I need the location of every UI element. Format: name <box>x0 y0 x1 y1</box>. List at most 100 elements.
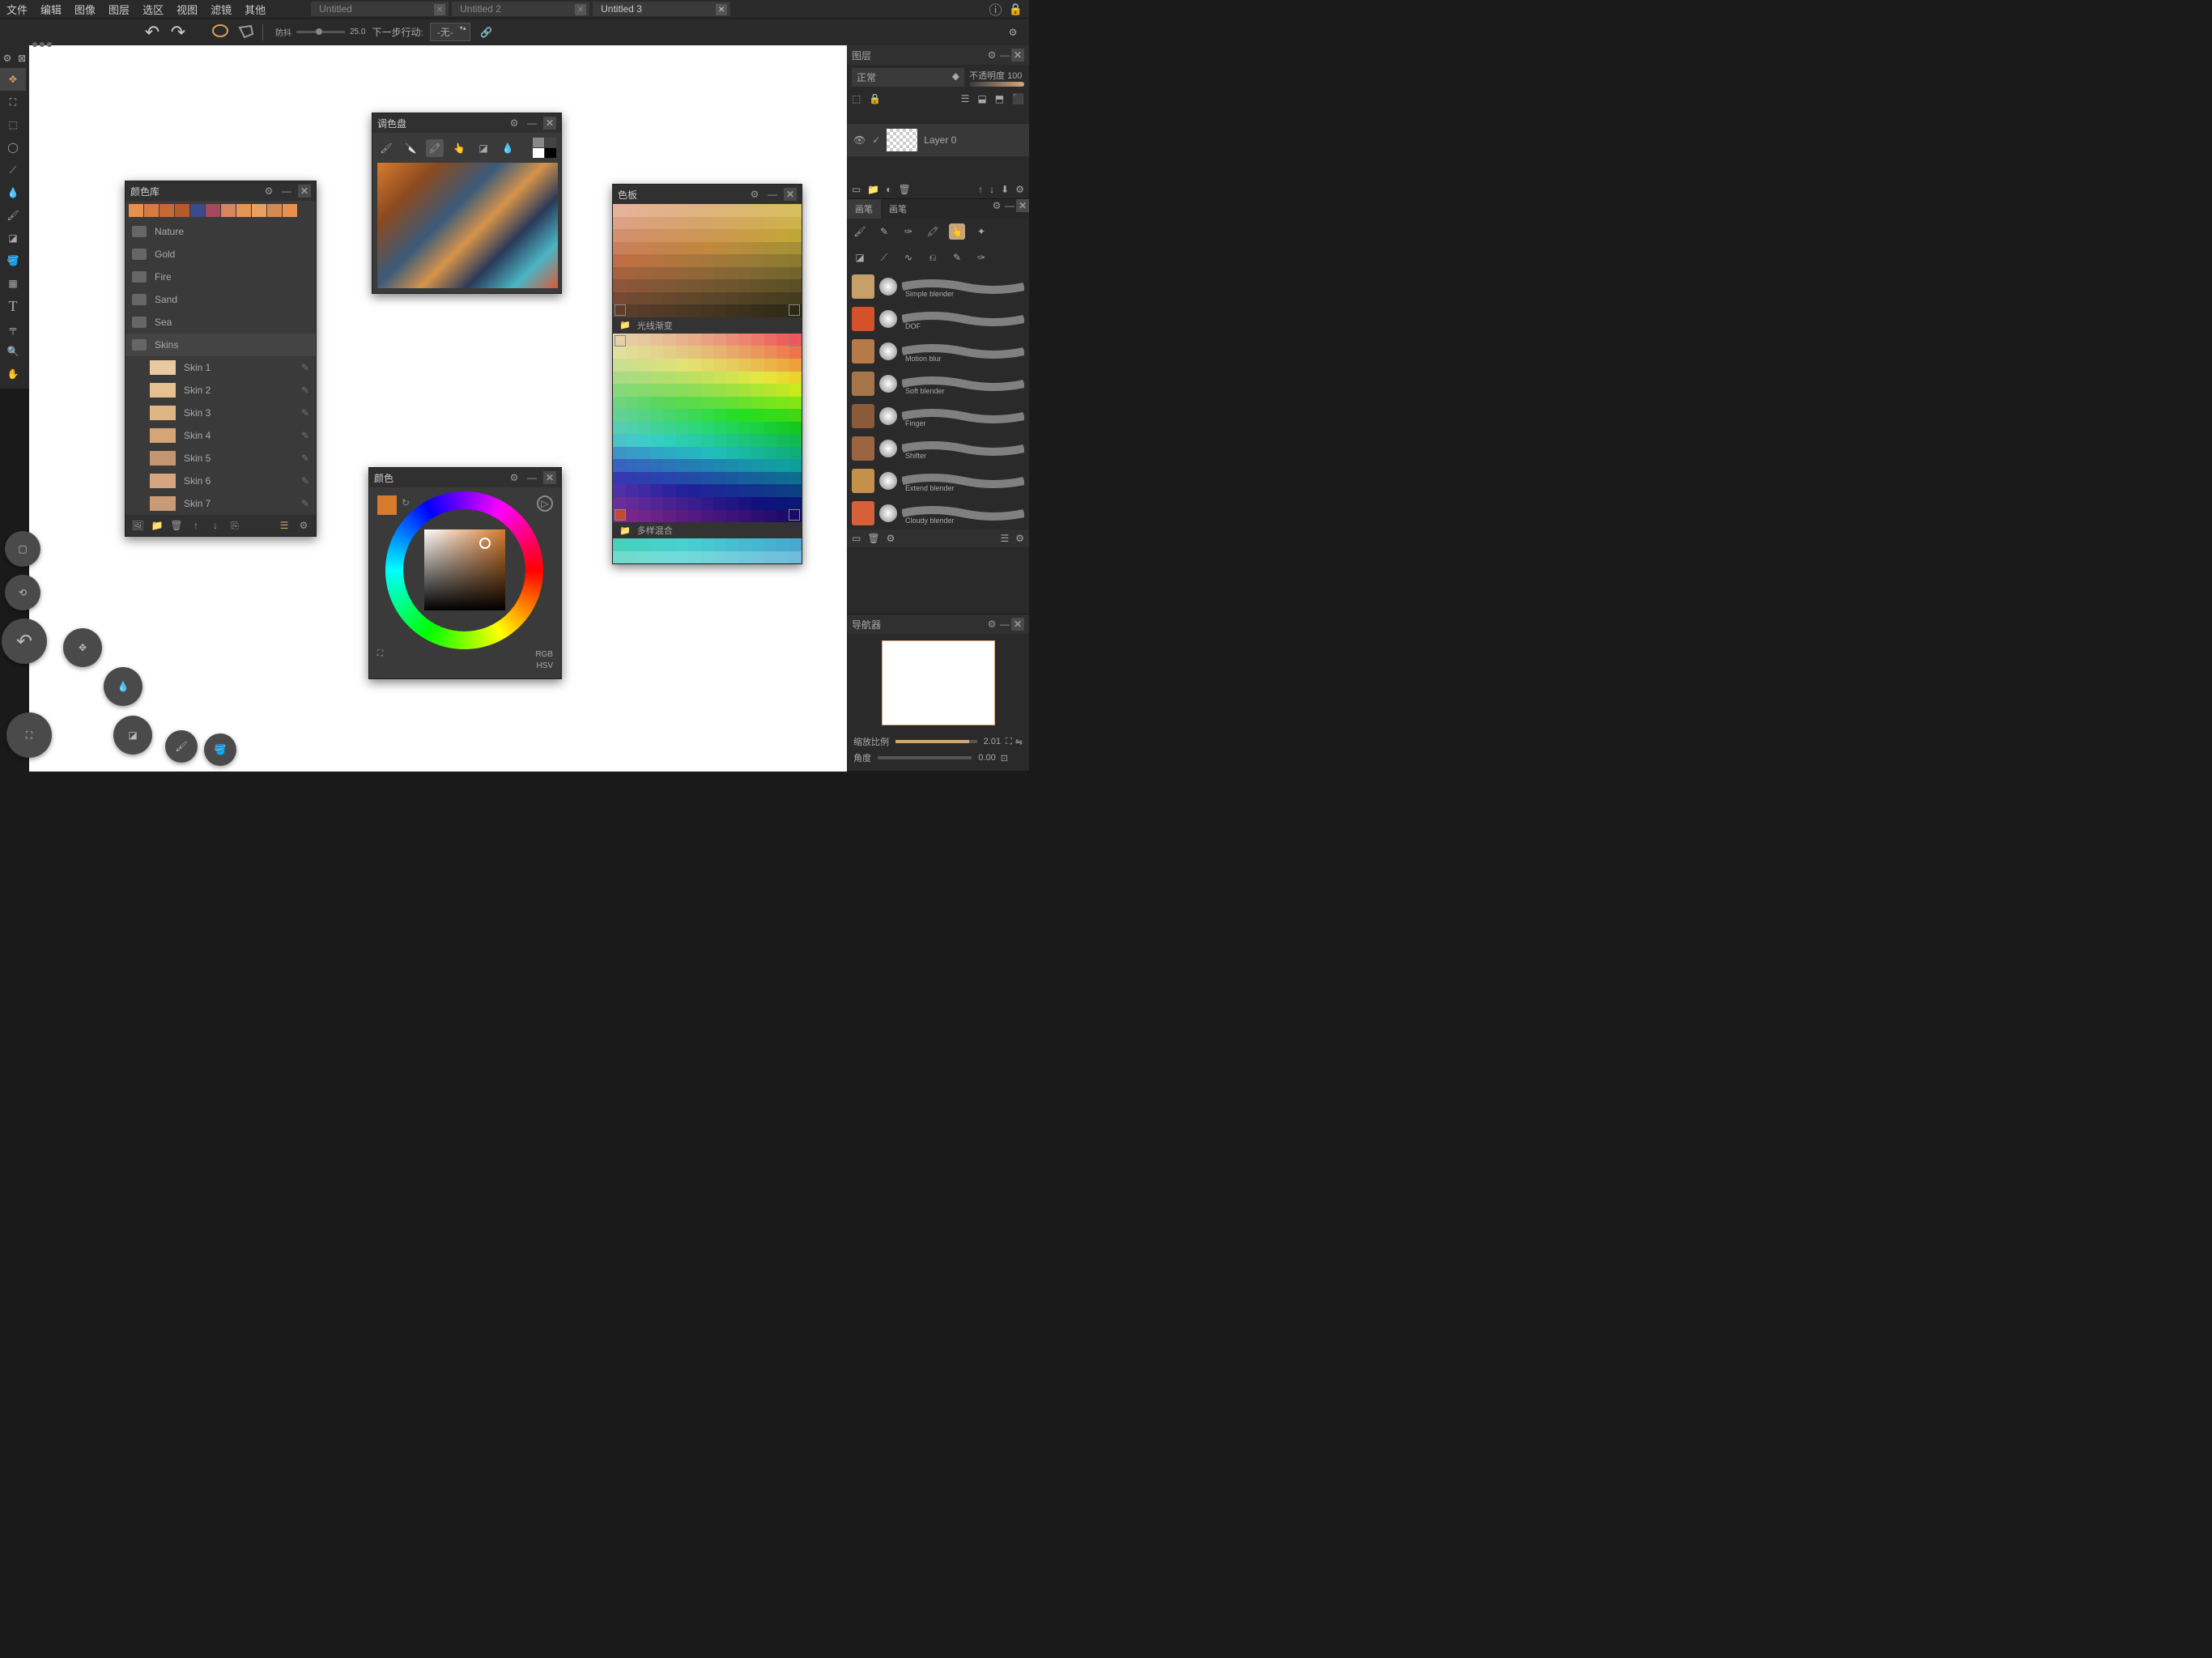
skin-item[interactable]: Skin 4✎ <box>125 424 316 447</box>
edit-icon[interactable]: ✎ <box>301 430 309 441</box>
undo-icon[interactable]: ↶ <box>143 23 162 42</box>
flip-icon[interactable]: ⇋ <box>1015 737 1023 747</box>
folder-sand[interactable]: Sand <box>125 288 316 311</box>
minimize-icon[interactable]: — <box>766 188 779 201</box>
tool-icon[interactable]: ⟋ <box>876 249 892 266</box>
eyedropper-tool[interactable]: 💧 <box>0 181 26 204</box>
angle-slider[interactable] <box>878 756 972 759</box>
skin-item[interactable]: Skin 1✎ <box>125 356 316 379</box>
pen-icon[interactable]: ✑ <box>900 223 917 240</box>
folder-fire[interactable]: Fire <box>125 266 316 288</box>
new-brush-icon[interactable]: ▭ <box>852 533 861 544</box>
align-icon[interactable]: ⬓ <box>977 93 986 104</box>
minimize-icon[interactable]: — <box>525 117 538 130</box>
folder-gold[interactable]: Gold <box>125 243 316 266</box>
export-icon[interactable]: ⎘ <box>228 518 242 533</box>
down-icon[interactable]: ↓ <box>989 184 994 195</box>
stabilizer-slider[interactable] <box>296 31 345 33</box>
edit-icon[interactable]: ✎ <box>301 407 309 419</box>
gear-icon[interactable]: ⚙ <box>1015 533 1024 544</box>
fill-tool[interactable]: 🪣 <box>0 249 26 272</box>
folder-icon[interactable]: 📁 <box>867 184 879 195</box>
reset-icon[interactable]: ⊡ <box>1001 753 1008 763</box>
brush-icon[interactable]: 🖌 <box>852 223 868 240</box>
tool-icon[interactable]: ✎ <box>949 249 965 266</box>
zoom-tool[interactable]: 🔍 <box>0 340 26 363</box>
ellipse-select-tool[interactable]: ◯ <box>0 136 26 159</box>
gear-icon[interactable]: ⚙ <box>508 471 521 484</box>
swatch[interactable] <box>129 204 143 217</box>
play-icon[interactable]: ▷ <box>537 495 553 512</box>
brush-tool[interactable]: 🖌 <box>0 204 26 227</box>
current-color[interactable] <box>377 495 397 515</box>
gear-icon[interactable]: ⚙ <box>887 533 895 544</box>
palette-canvas[interactable] <box>377 163 558 288</box>
menu-select[interactable]: 选区 <box>143 2 164 17</box>
folder-nature[interactable]: Nature <box>125 220 316 243</box>
polygon-lasso-icon[interactable] <box>236 23 256 42</box>
skin-item[interactable]: Skin 5✎ <box>125 447 316 470</box>
hand-tool[interactable]: ✋ <box>0 363 26 385</box>
add-swatch[interactable] <box>789 304 800 316</box>
minimize-icon[interactable]: — <box>998 49 1011 62</box>
visibility-icon[interactable]: 👁 <box>853 134 866 146</box>
swatch-grid-1[interactable] <box>613 204 802 317</box>
swatch[interactable] <box>160 204 174 217</box>
brush-item[interactable]: Cloudy blender <box>847 497 1029 529</box>
gear-icon[interactable]: ⚙ <box>1 52 14 65</box>
help-icon[interactable]: ⓘ <box>989 0 1002 19</box>
align-icon[interactable]: ⬒ <box>995 93 1004 104</box>
gradient-tool[interactable]: ▦ <box>0 272 26 295</box>
add-swatch[interactable] <box>615 335 626 346</box>
menu-image[interactable]: 图像 <box>74 2 96 17</box>
folder-sea[interactable]: Sea <box>125 311 316 334</box>
new-layer-icon[interactable]: ▭ <box>852 184 861 195</box>
quick-eyedropper-tool[interactable]: 💧 <box>104 667 143 706</box>
swatch-grid-2[interactable] <box>613 334 802 522</box>
up-icon[interactable]: ↑ <box>978 184 983 195</box>
close-icon[interactable]: ✕ <box>434 4 445 15</box>
swatch[interactable] <box>221 204 236 217</box>
quick-move-tool[interactable]: ✥ <box>63 628 102 667</box>
minimize-icon[interactable]: — <box>525 471 538 484</box>
close-icon[interactable]: ⊠ <box>15 52 28 65</box>
tool-icon[interactable]: ✑ <box>973 249 989 266</box>
close-icon[interactable]: ✕ <box>784 188 797 201</box>
menu-other[interactable]: 其他 <box>245 2 266 17</box>
close-icon[interactable]: ✕ <box>1011 618 1024 631</box>
swatch[interactable] <box>206 204 220 217</box>
align-icon[interactable]: ⬛ <box>1012 93 1024 104</box>
wand-tool[interactable]: ⟋ <box>0 159 26 181</box>
menu-file[interactable]: 文件 <box>6 2 28 17</box>
knife-icon[interactable]: 🔪 <box>402 139 419 157</box>
tool-icon[interactable]: ⎌ <box>925 249 941 266</box>
eraser-tool[interactable]: ◪ <box>0 227 26 249</box>
add-swatch[interactable] <box>615 509 626 521</box>
menu-view[interactable]: 视图 <box>177 2 198 17</box>
layer-item[interactable]: 👁 ✓ Layer 0 <box>847 124 1029 156</box>
image-icon[interactable]: 🖼 <box>130 518 145 533</box>
menu-filter[interactable]: 滤镜 <box>211 2 232 17</box>
gear-icon[interactable]: ⚙ <box>1003 23 1023 42</box>
next-action-dropdown[interactable]: -无- <box>430 23 470 41</box>
gear-icon[interactable]: ⚙ <box>748 188 761 201</box>
swap-icon[interactable]: ↻ <box>402 497 410 508</box>
marquee-tool[interactable]: ⬚ <box>0 113 26 136</box>
link-icon[interactable]: 🔗 <box>477 23 496 42</box>
navigator-preview[interactable] <box>882 640 995 725</box>
brush-item[interactable]: Simple blender <box>847 270 1029 303</box>
smudge-icon[interactable]: 👆 <box>450 139 468 157</box>
gear-icon[interactable]: ⚙ <box>296 518 311 533</box>
tab-untitled[interactable]: Untitled✕ <box>311 2 449 16</box>
edit-icon[interactable]: ✎ <box>301 453 309 464</box>
paint-icon[interactable]: 🖍 <box>426 139 444 157</box>
close-icon[interactable]: ✕ <box>543 117 556 130</box>
menu-edit[interactable]: 编辑 <box>40 2 62 17</box>
add-swatch[interactable] <box>789 509 800 521</box>
eyedropper-icon[interactable]: 💧 <box>499 139 517 157</box>
brush-item[interactable]: DOF <box>847 303 1029 335</box>
minimize-icon[interactable]: — <box>998 618 1011 631</box>
check-icon[interactable]: ✓ <box>872 134 880 146</box>
tool-icon[interactable]: ∿ <box>900 249 917 266</box>
close-icon[interactable]: ✕ <box>298 185 311 198</box>
